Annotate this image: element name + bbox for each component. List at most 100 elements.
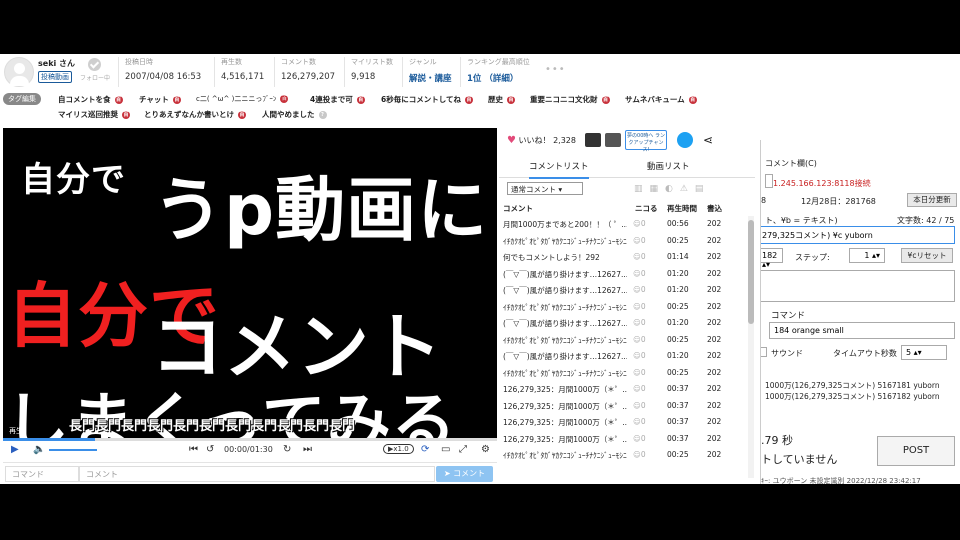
tag-item[interactable]: c二( ^ω^ )二ニニっﾌﾞｰﾝ百 — [196, 94, 289, 104]
tag-edit-button[interactable]: タグ編集 — [3, 93, 41, 105]
more-menu-icon[interactable]: ••• — [545, 64, 566, 75]
video-player[interactable]: 自分で うp動画に 自分で コメント しまくってみる 長門長門長門長門長門長門長… — [3, 128, 497, 438]
play-time: 00:37 — [667, 400, 689, 410]
column-time[interactable]: 再生時間 — [667, 203, 697, 214]
prev-icon[interactable]: ⏮ — [189, 445, 198, 455]
dictionary-icon[interactable]: 百 — [114, 96, 123, 104]
tag-item[interactable]: 重要ニコニコ文化財百 — [530, 94, 610, 105]
comment-row[interactable]: 126,279,325：月間1000万（＊゜... ☺0 00:37 202 — [499, 414, 749, 431]
comment-row[interactable]: (￣▽￣)風が語り掛けます…12627... ☺0 01:20 202 — [499, 315, 749, 332]
ip-checkbox[interactable] — [765, 174, 773, 188]
tag-item[interactable]: マイリス巡回推奨百 — [58, 109, 130, 120]
like-button[interactable]: ♥ いいね！ 2,328 — [507, 135, 576, 146]
refresh-button[interactable]: 本日分更新 — [907, 193, 957, 207]
comment-scrollbar[interactable] — [748, 216, 754, 478]
tag-item[interactable]: チャット百 — [139, 94, 181, 105]
filter-icons[interactable]: ▥▦◐⚠▤ — [634, 184, 710, 194]
ad-icon[interactable] — [605, 133, 621, 147]
scroll-thumb[interactable] — [748, 220, 754, 324]
nicoru-count: ☺0 — [633, 417, 646, 426]
comment-row[interactable]: ｲﾁｶｸｵﾋﾟｵﾋﾟﾀｶﾞﾔｶｸﾆｺｼﾞｭｰﾁﾅｸﾆｼﾞｭｰﾓｼﾆﾐﾊｸﾅ ☺0 0… — [499, 447, 749, 464]
twitter-icon[interactable] — [677, 132, 693, 148]
loop-icon[interactable]: ⟳ — [421, 445, 429, 455]
volume-slider[interactable] — [49, 449, 97, 451]
next-icon[interactable]: ⏭ — [303, 445, 312, 455]
notes-textarea[interactable] — [761, 270, 955, 302]
stat-ranking[interactable]: ランキング最高順位 1位 （詳細） — [460, 57, 530, 87]
stat-genre[interactable]: ジャンル 解説・講座 — [402, 57, 452, 87]
number-input[interactable]: 182 ▴▾ — [761, 248, 783, 269]
tab-video-list[interactable]: 動画リスト — [647, 160, 690, 172]
comment-row[interactable]: 126,279,325：月間1000万（＊゜... ☺0 00:37 202 — [499, 381, 749, 398]
volume-icon[interactable]: 🔈 — [33, 445, 45, 455]
tag-item[interactable]: 4連投まで可百 — [310, 94, 365, 105]
dictionary-icon[interactable]: 百 — [238, 111, 246, 119]
comment-row[interactable]: 何でもコメントしよう！292 ☺0 01:14 202 — [499, 249, 749, 266]
step-input[interactable]: 1 ▴▾ — [849, 248, 885, 263]
comment-row[interactable]: 126,279,325：月間1000万（＊゜... ☺0 00:37 202 — [499, 398, 749, 415]
comment-toggle-icon[interactable]: ▭ — [441, 445, 450, 455]
reset-button[interactable]: ¥cリセット — [901, 248, 953, 263]
speed-button[interactable]: ▶x1.0 — [383, 444, 414, 454]
user-name[interactable]: seki さん — [38, 58, 75, 69]
tag-item[interactable]: 人間やめました? — [262, 109, 327, 120]
post-date: 202 — [707, 268, 722, 278]
column-comment[interactable]: コメント — [503, 203, 533, 214]
comment-row[interactable]: 126,279,325：月間1000万（＊゜... ☺0 00:37 202 — [499, 431, 749, 448]
avatar[interactable] — [4, 57, 34, 87]
player-controls: ▶ 🔈 ⏮ ↺ 00:00/01:30 ↻ ⏭ ▶x1.0 ⟳ ▭ ⤢ ⚙ — [3, 438, 497, 460]
tag-item[interactable]: 歴史百 — [488, 94, 515, 105]
rewind-icon[interactable]: ↺ — [206, 445, 214, 455]
dictionary-icon[interactable]: 百 — [280, 95, 289, 103]
sound-checkbox[interactable] — [761, 347, 767, 357]
command-value-input[interactable]: 184 orange small — [769, 322, 955, 339]
fullscreen-icon[interactable]: ⤢ — [459, 445, 467, 455]
dictionary-icon[interactable]: 百 — [465, 96, 473, 104]
scrolling-comment: 長門長門長門長門長門長門長門長門長門長門長門 — [69, 419, 356, 434]
tag-item[interactable]: 6秒毎にコメントしてね百 — [381, 94, 473, 105]
dictionary-icon[interactable]: 百 — [688, 96, 697, 104]
comment-input[interactable]: コメント — [79, 466, 435, 482]
dictionary-icon[interactable]: 百 — [172, 96, 181, 104]
dictionary-icon[interactable]: 百 — [507, 96, 515, 104]
dictionary-icon[interactable]: 百 — [122, 111, 130, 119]
tag-item[interactable]: とりあえずなんか書いとけ百 — [144, 109, 246, 120]
play-time: 01:20 — [667, 351, 689, 360]
share-icon[interactable]: ⋖ — [703, 133, 713, 147]
follow-check-icon[interactable] — [88, 58, 101, 71]
user-tag[interactable]: 投稿動画 — [38, 71, 72, 83]
play-icon[interactable]: ▶ — [11, 445, 19, 455]
comment-row[interactable]: (￣▽￣)風が語り掛けます…12627... ☺0 01:20 202 — [499, 266, 749, 283]
tab-comment-list[interactable]: コメントリスト — [529, 160, 589, 179]
comment-row[interactable]: ｲﾁｶｸｵﾋﾟｵﾋﾟﾀｶﾞﾔｶｸﾆｺｼﾞｭｰﾁﾅｸﾆｼﾞｭｰﾓｼﾆﾐﾊｸﾅ ☺0 0… — [499, 332, 749, 349]
seek-bar[interactable] — [3, 438, 497, 441]
post-date: 202 — [707, 252, 722, 261]
settings-icon[interactable]: ⚙ — [481, 445, 490, 455]
dictionary-icon[interactable]: 百 — [601, 96, 610, 104]
forward-icon[interactable]: ↻ — [283, 445, 291, 455]
tag-item[interactable]: 自コメントを食百 — [58, 94, 123, 105]
comment-text: ｲﾁｶｸｵﾋﾟｵﾋﾟﾀｶﾞﾔｶｸﾆｺｼﾞｭｰﾁﾅｸﾆｼﾞｭｰﾓｼﾆﾐﾊｸﾅ — [503, 451, 627, 460]
comment-submit-button[interactable]: ➤ コメント — [436, 466, 493, 482]
command-input[interactable]: コマンド — [5, 466, 79, 482]
column-date[interactable]: 書込 — [707, 203, 722, 214]
comment-filter-select[interactable]: 通常コメント ▾ — [507, 182, 583, 195]
column-nicoru[interactable]: ニコる — [635, 203, 658, 214]
comment-row[interactable]: (￣▽￣)風が語り掛けます…12627... ☺0 01:20 202 — [499, 348, 749, 365]
comment-row[interactable]: ｲﾁｶｸｵﾋﾟｵﾋﾟﾀｶﾞﾔｶｸﾆｺｼﾞｭｰﾁﾅｸﾆｼﾞｭｰﾓｼﾆﾐﾊｸﾅ ☺0 0… — [499, 299, 749, 316]
post-button[interactable]: POST — [877, 436, 955, 466]
play-time: 00:25 — [667, 450, 689, 459]
help-icon[interactable]: ? — [318, 111, 327, 119]
nicoru-count: ☺0 — [633, 235, 646, 245]
comment-row[interactable]: ｲﾁｶｸｵﾋﾟｵﾋﾟﾀｶﾞﾔｶｸﾆｺｼﾞｭｰﾁﾅｸﾆｼﾞｭｰﾓｼﾆﾐﾊｸﾅ ☺0 0… — [499, 365, 749, 382]
timeout-input[interactable]: 5 ▴▾ — [901, 345, 947, 360]
tag-item[interactable]: サムネバキューム百 — [625, 94, 697, 105]
mylist-icon[interactable] — [585, 133, 601, 147]
comment-row[interactable]: (￣▽￣)風が語り掛けます…12627... ☺0 01:20 202 — [499, 282, 749, 299]
stat-comments: コメント数 126,279,207 — [274, 57, 335, 87]
comment-row[interactable]: ｲﾁｶｸｵﾋﾟｵﾋﾟﾀｶﾞﾔｶｸﾆｺｼﾞｭｰﾁﾅｸﾆｼﾞｭｰﾓｼﾆﾐﾊｸﾅ ☺0 0… — [499, 233, 749, 250]
dictionary-icon[interactable]: 百 — [356, 96, 365, 104]
ranking-banner[interactable]: 夢の00時へ ランクアップチャンス! — [625, 130, 667, 153]
comment-row[interactable]: 月間1000万まであと200！！（ ゜... ☺0 00:56 202 — [499, 216, 749, 233]
comment-text-input[interactable]: 279,325コメント) ¥c yuborn — [761, 226, 955, 244]
